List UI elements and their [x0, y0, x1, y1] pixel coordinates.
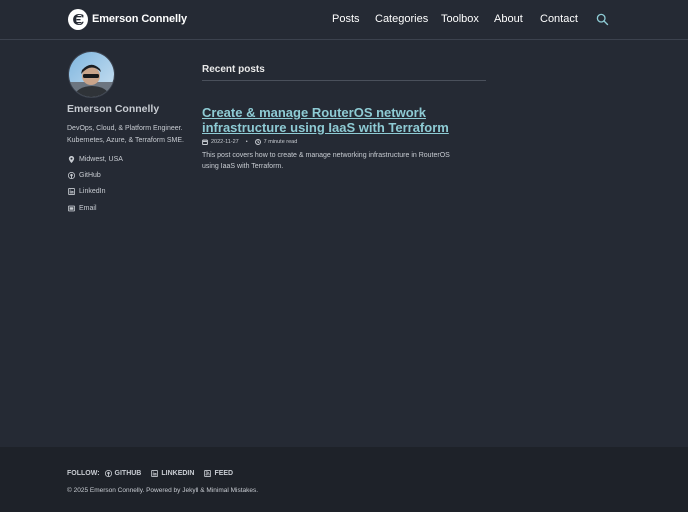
footer-feed-link[interactable]: FEED	[204, 470, 233, 477]
site-title[interactable]: Emerson Connelly	[92, 13, 187, 25]
post-read-time: 7 minute read	[263, 139, 298, 145]
follow-label: FOLLOW:	[67, 470, 100, 477]
site-logo-icon[interactable]: C	[68, 9, 88, 30]
nav-item-posts[interactable]: Posts	[332, 13, 360, 25]
clock-icon	[254, 139, 261, 145]
copyright-text: © 2025 Emerson Connelly. Powered by Jeky…	[67, 487, 259, 494]
rss-icon	[204, 470, 212, 477]
linkedin-icon	[68, 188, 75, 195]
post-excerpt-line: using IaaS with Terraform.	[202, 163, 284, 170]
author-location: Midwest, USA	[68, 156, 123, 163]
author-github-label[interactable]: GitHub	[79, 172, 101, 179]
author-name: Emerson Connelly	[67, 103, 160, 115]
post-meta: 2022-11-27 • 7 minute read	[202, 139, 297, 145]
meta-separator: •	[245, 139, 248, 145]
footer-feed-label[interactable]: FEED	[214, 470, 233, 477]
nav-item-about[interactable]: About	[494, 13, 523, 25]
author-avatar	[68, 51, 115, 98]
map-marker-icon	[68, 156, 75, 163]
page-footer	[0, 447, 688, 512]
email-icon	[68, 205, 75, 212]
post-date: 2022-11-27	[211, 139, 239, 145]
calendar-icon	[202, 139, 208, 145]
github-icon	[68, 172, 75, 179]
post-excerpt-line: This post covers how to create & manage …	[202, 152, 450, 159]
footer-linkedin-link[interactable]: LINKEDIN	[151, 470, 194, 477]
github-icon	[104, 470, 112, 477]
masthead: C Emerson Connelly Posts Categories Tool…	[0, 0, 688, 40]
footer-github-label[interactable]: GITHUB	[115, 470, 142, 477]
linkedin-icon	[151, 470, 159, 477]
section-divider	[202, 80, 486, 81]
author-bio-line: Kubernetes, Azure, & Terraform SME.	[67, 136, 184, 144]
footer-follow: FOLLOW: GITHUB LINKEDIN FEED	[67, 470, 233, 477]
author-email-label[interactable]: Email	[79, 205, 97, 212]
author-bio-line: DevOps, Cloud, & Platform Engineer.	[67, 125, 183, 132]
nav-item-toolbox[interactable]: Toolbox	[441, 13, 479, 25]
post-title-line[interactable]: Create & manage RouterOS network	[202, 105, 482, 120]
section-title: Recent posts	[202, 64, 265, 75]
footer-github-link[interactable]: GITHUB	[104, 470, 142, 477]
post-title-link[interactable]: Create & manage RouterOS network infrast…	[202, 105, 482, 135]
post-excerpt: This post covers how to create & manage …	[202, 150, 492, 172]
nav-item-contact[interactable]: Contact	[540, 13, 578, 25]
nav-item-categories[interactable]: Categories	[375, 13, 428, 25]
author-github-link[interactable]: GitHub	[68, 172, 101, 179]
footer-linkedin-label[interactable]: LINKEDIN	[161, 470, 194, 477]
author-linkedin-label[interactable]: LinkedIn	[79, 188, 105, 195]
author-email-link[interactable]: Email	[68, 205, 97, 212]
author-location-label: Midwest, USA	[79, 156, 123, 163]
search-icon[interactable]	[596, 13, 609, 26]
author-linkedin-link[interactable]: LinkedIn	[68, 188, 105, 195]
post-title-line[interactable]: infrastructure using IaaS with Terraform	[202, 120, 482, 135]
author-bio: DevOps, Cloud, & Platform Engineer. Kube…	[67, 123, 197, 146]
